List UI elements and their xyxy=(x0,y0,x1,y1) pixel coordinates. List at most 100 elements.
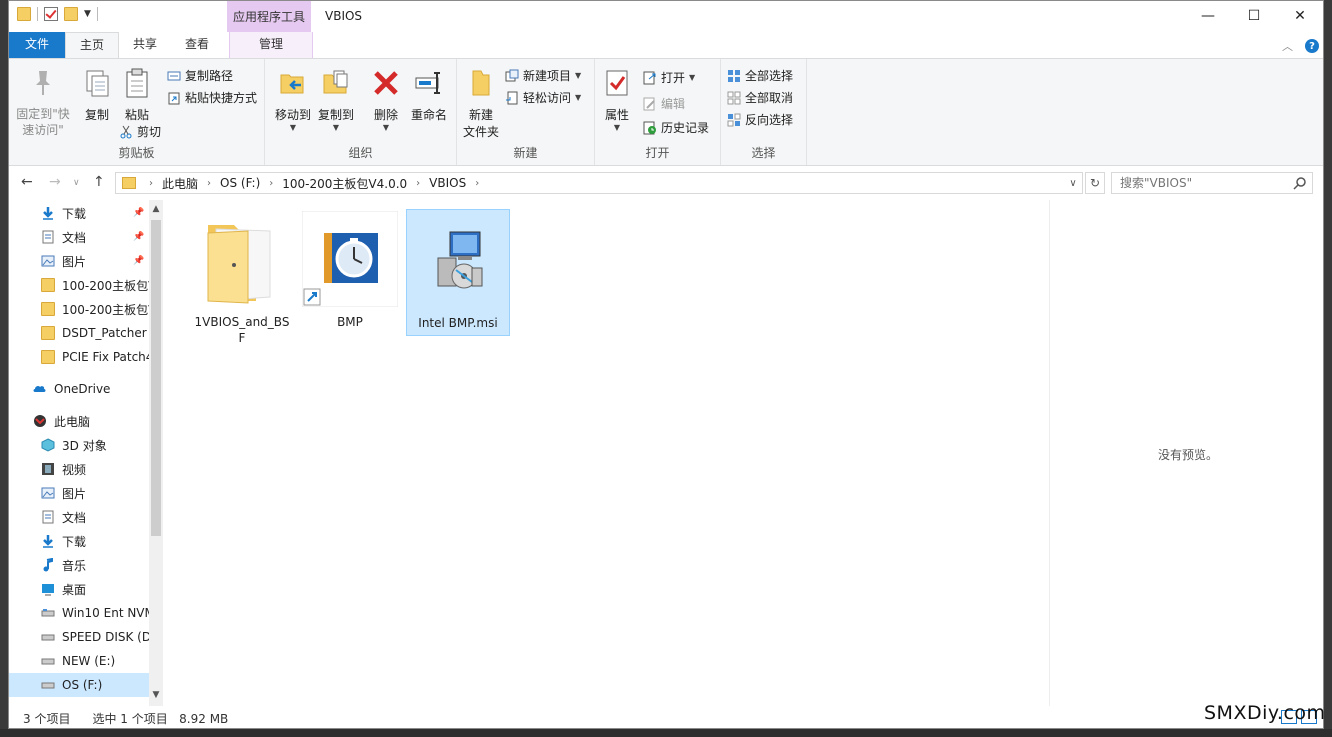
back-button[interactable]: ← xyxy=(21,174,33,190)
rename-button[interactable]: 重命名 xyxy=(407,67,451,123)
tab-manage[interactable]: 管理 xyxy=(229,32,314,58)
new-folder-button[interactable]: 新建 文件夹 xyxy=(461,67,501,140)
nav-item-music[interactable]: 音乐 xyxy=(9,553,149,577)
invert-selection-button[interactable]: 反向选择 xyxy=(727,111,793,128)
group-organize: 移动到 ▼ 复制到 ▼ 删除 ▼ 重命名 组织 xyxy=(265,59,457,165)
nav-item-folder[interactable]: 100-200主板包V xyxy=(9,273,149,297)
tab-view[interactable]: 查看 xyxy=(171,32,223,58)
file-name: BMP xyxy=(337,315,363,329)
breadcrumb-separator-icon[interactable]: › xyxy=(416,178,420,189)
file-name: Intel BMP.msi xyxy=(418,316,498,330)
select-none-button[interactable]: 全部取消 xyxy=(727,89,793,106)
picture-icon xyxy=(41,487,55,499)
search-input[interactable] xyxy=(1111,172,1313,194)
nav-item-drive[interactable]: Win10 Ent NVM xyxy=(9,601,149,625)
nav-item-downloads[interactable]: 下载 xyxy=(9,529,149,553)
scrollbar-thumb[interactable] xyxy=(151,220,161,536)
file-item-folder[interactable]: 1VBIOS_and_BSF xyxy=(190,209,294,350)
properties-button[interactable]: 属性 ▼ xyxy=(599,67,635,132)
title-bar: ▼ 应用程序工具 VBIOS — ☐ ✕ xyxy=(9,1,1323,32)
breadcrumb-separator-icon[interactable]: › xyxy=(207,178,211,189)
move-to-icon xyxy=(280,74,304,94)
group-label-clipboard: 剪贴板 xyxy=(118,146,155,160)
breadcrumb-item[interactable]: 此电脑 xyxy=(162,175,198,192)
nav-item-3d-objects[interactable]: 3D 对象 xyxy=(9,433,149,457)
close-button[interactable]: ✕ xyxy=(1277,1,1323,31)
file-item-shortcut[interactable]: BMP xyxy=(298,209,402,334)
easy-access-caret-icon: ▼ xyxy=(575,93,582,102)
pin-icon[interactable]: 📌 xyxy=(133,256,144,266)
copy-to-label: 复制到 xyxy=(317,108,354,122)
nav-item-documents[interactable]: 文档 xyxy=(9,505,149,529)
breadcrumb-separator-icon[interactable]: › xyxy=(269,178,273,189)
navpane-scrollbar[interactable]: ▲ ▼ xyxy=(149,200,163,706)
nav-item-drive[interactable]: SPEED DISK (D xyxy=(9,625,149,649)
recent-locations-button[interactable]: ∨ xyxy=(73,178,80,188)
maximize-button[interactable]: ☐ xyxy=(1231,1,1277,31)
pin-icon[interactable]: 📌 xyxy=(133,208,144,218)
file-item-installer[interactable]: Intel BMP.msi xyxy=(406,209,510,336)
new-item-button[interactable]: 新建项目 ▼ xyxy=(505,67,581,84)
address-row: ← → ∨ ↑ › 此电脑 › OS (F:) › 100-200主板包V4.0… xyxy=(9,168,1323,198)
rename-icon xyxy=(415,72,440,94)
nav-item-desktop[interactable]: 桌面 xyxy=(9,577,149,601)
qat-dropdown-icon[interactable]: ▼ xyxy=(84,9,91,19)
up-button[interactable]: ↑ xyxy=(93,174,105,190)
properties-check-icon[interactable] xyxy=(44,7,58,21)
nav-item-downloads-quick[interactable]: 下载 📌 xyxy=(9,201,149,225)
copy-label: 复制 xyxy=(84,108,109,122)
easy-access-button[interactable]: 轻松访问 ▼ xyxy=(505,89,581,106)
delete-label: 删除 xyxy=(373,108,398,122)
nav-item-folder[interactable]: PCIE Fix Patch4 xyxy=(9,345,149,369)
history-button[interactable]: 历史记录 xyxy=(643,119,709,136)
nav-item-folder[interactable]: DSDT_Patcher xyxy=(9,321,149,345)
collapse-ribbon-icon[interactable]: ︿ xyxy=(1282,38,1293,54)
pin-quick-access-button[interactable]: 固定到"快速访问" xyxy=(13,67,73,138)
copy-path-button[interactable]: 复制路径 xyxy=(167,67,233,84)
breadcrumb-item[interactable]: OS (F:) xyxy=(220,176,260,190)
nav-item-pictures[interactable]: 图片 xyxy=(9,481,149,505)
scroll-down-icon[interactable]: ▼ xyxy=(149,690,163,704)
refresh-button[interactable]: ↻ xyxy=(1085,172,1105,194)
nav-item-videos[interactable]: 视频 xyxy=(9,457,149,481)
tab-share[interactable]: 共享 xyxy=(119,32,171,58)
copy-to-button[interactable]: 复制到 ▼ xyxy=(315,67,357,132)
address-bar[interactable]: › 此电脑 › OS (F:) › 100-200主板包V4.0.0 › VBI… xyxy=(115,172,1083,194)
forward-button[interactable]: → xyxy=(49,174,61,190)
select-none-label: 全部取消 xyxy=(745,91,794,105)
nav-item-this-pc[interactable]: 此电脑 xyxy=(9,409,149,433)
paste-button[interactable]: 粘贴 xyxy=(117,67,157,123)
open-button[interactable]: 打开 ▼ xyxy=(643,69,695,86)
nav-item-documents-quick[interactable]: 文档 📌 xyxy=(9,225,149,249)
address-dropdown-icon[interactable]: ∨ xyxy=(1064,173,1082,193)
breadcrumb-item[interactable]: 100-200主板包V4.0.0 xyxy=(282,175,407,192)
nav-item-drive[interactable]: NEW (E:) xyxy=(9,649,149,673)
breadcrumb-item[interactable]: VBIOS xyxy=(429,176,466,190)
drive-icon xyxy=(41,658,55,665)
new-folder-icon[interactable] xyxy=(64,7,78,21)
nav-item-folder[interactable]: 100-200主板包V xyxy=(9,297,149,321)
breadcrumb-separator-icon[interactable]: › xyxy=(475,178,479,189)
minimize-button[interactable]: — xyxy=(1185,1,1231,31)
drive-icon xyxy=(41,634,55,641)
pin-icon xyxy=(36,71,50,95)
delete-button[interactable]: 删除 ▼ xyxy=(369,67,403,132)
pin-icon[interactable]: 📌 xyxy=(133,232,144,242)
paste-shortcut-button[interactable]: 粘贴快捷方式 xyxy=(167,89,257,106)
tab-file[interactable]: 文件 xyxy=(9,32,65,58)
cut-button[interactable]: 剪切 xyxy=(119,123,161,140)
tab-home[interactable]: 主页 xyxy=(65,32,120,58)
help-icon[interactable]: ? xyxy=(1305,39,1319,53)
nav-item-onedrive[interactable]: OneDrive xyxy=(9,377,149,401)
nav-item-pictures-quick[interactable]: 图片 📌 xyxy=(9,249,149,273)
scroll-up-icon[interactable]: ▲ xyxy=(149,204,163,218)
folder-icon[interactable] xyxy=(17,7,31,21)
edit-button[interactable]: 编辑 xyxy=(643,95,685,112)
nav-item-label: 文档 xyxy=(62,230,87,245)
nav-item-label: 3D 对象 xyxy=(62,438,107,453)
move-to-caret-icon: ▼ xyxy=(289,123,297,132)
select-all-button[interactable]: 全部选择 xyxy=(727,67,793,84)
copy-button[interactable]: 复制 xyxy=(77,67,117,123)
move-to-button[interactable]: 移动到 ▼ xyxy=(271,67,315,132)
nav-item-os-drive[interactable]: OS (F:) xyxy=(9,673,149,697)
